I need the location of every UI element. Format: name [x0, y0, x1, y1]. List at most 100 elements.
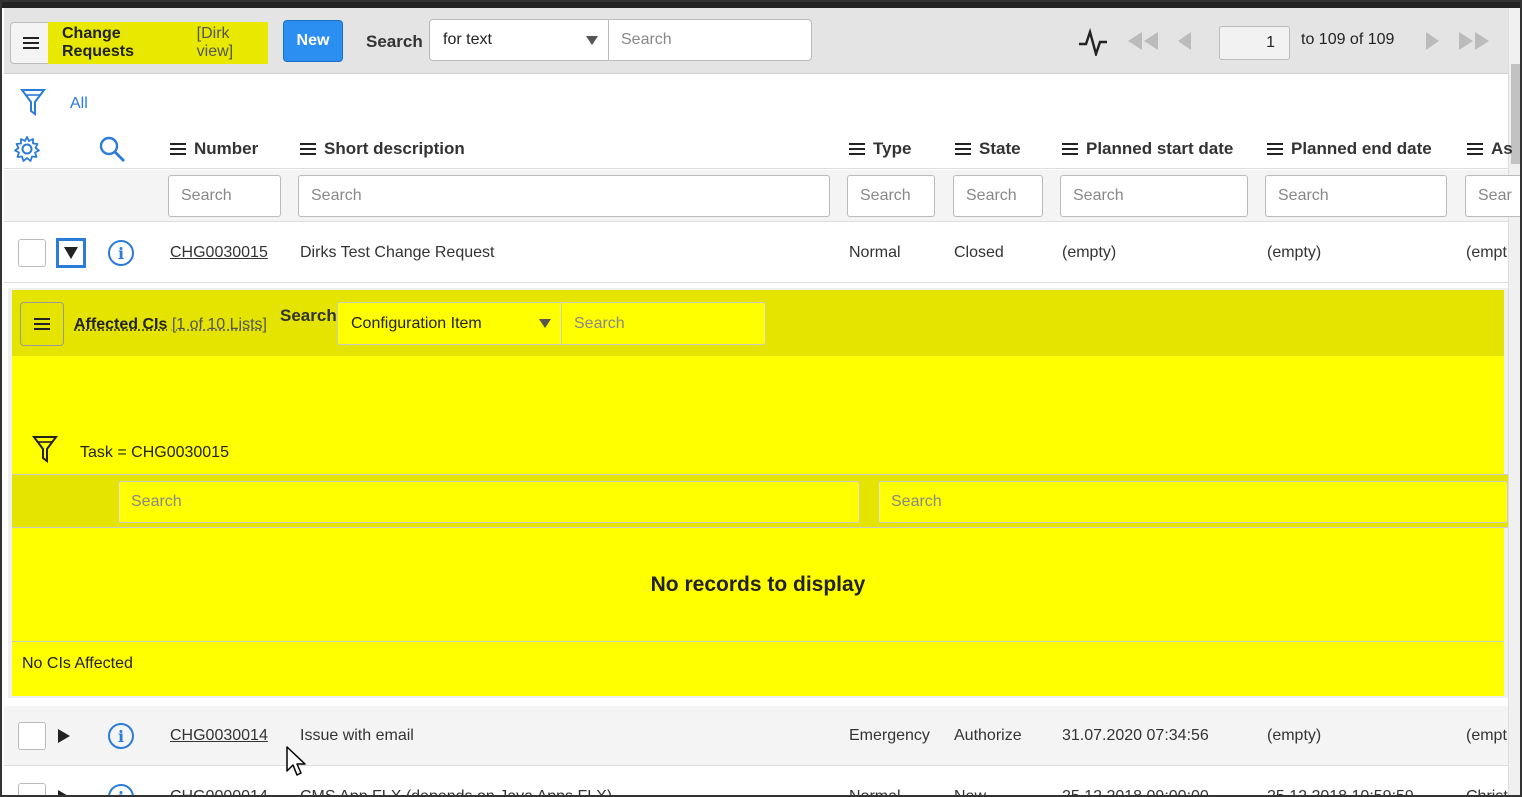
column-search-short-description[interactable] — [298, 175, 830, 217]
first-page-icon[interactable] — [1125, 30, 1161, 52]
list-title-text: Change Requests — [62, 25, 135, 60]
triangle-right-icon[interactable] — [58, 790, 70, 795]
related-list-count: [1 of 10 Lists] — [171, 316, 267, 333]
column-menu-icon[interactable] — [1267, 143, 1283, 155]
related-list-header: Affected CIs [1 of 10 Lists] Search Conf… — [12, 290, 1504, 356]
column-header-label: As — [1491, 139, 1513, 158]
mouse-cursor-icon — [286, 746, 306, 776]
planned-end-cell: (empty) — [1267, 243, 1322, 261]
filter-breadcrumb-row: All — [4, 75, 1508, 129]
related-column-search-2[interactable] — [878, 481, 1508, 523]
related-search-field-value: Configuration Item — [351, 314, 482, 332]
state-cell: Authorize — [954, 726, 1022, 744]
related-column-search-row — [12, 474, 1508, 528]
filter-icon[interactable] — [32, 434, 58, 464]
related-list-title[interactable]: Affected CIs [1 of 10 Lists] — [74, 316, 267, 334]
list-title[interactable]: Change Requests [Dirk view] — [48, 22, 268, 64]
column-header-number[interactable]: Number — [170, 139, 258, 159]
column-header-label: Type — [873, 139, 912, 158]
related-search-input[interactable] — [561, 302, 766, 345]
related-list-menu-button[interactable] — [20, 302, 64, 346]
list-view-name: [Dirk view] — [196, 25, 234, 60]
column-menu-icon[interactable] — [170, 143, 186, 155]
filter-icon[interactable] — [20, 87, 46, 117]
column-menu-icon[interactable] — [300, 143, 316, 155]
record-number-link[interactable]: CHG0030014 — [170, 727, 268, 745]
column-header-label: State — [979, 139, 1021, 158]
gear-icon[interactable] — [13, 135, 41, 163]
column-menu-icon[interactable] — [1062, 143, 1078, 155]
related-search-field-select[interactable]: Configuration Item — [337, 302, 562, 345]
column-search-planned-start[interactable] — [1060, 175, 1248, 217]
column-menu-icon[interactable] — [955, 143, 971, 155]
planned-start-cell: 31.07.2020 07:34:56 — [1062, 726, 1209, 744]
record-number-link[interactable]: CHG0000014 — [170, 788, 268, 795]
column-header-label: Number — [194, 139, 259, 158]
column-search-state[interactable] — [953, 175, 1043, 217]
column-header-planned-end-date[interactable]: Planned end date — [1267, 139, 1432, 159]
table-row: i CHG0030015 Dirks Test Change Request N… — [4, 223, 1508, 283]
list-context-menu-button[interactable] — [10, 22, 52, 64]
assigned-cell: (empt — [1466, 243, 1507, 261]
record-number-link[interactable]: CHG0030015 — [170, 244, 268, 262]
vertical-scrollbar[interactable] — [1508, 8, 1520, 795]
column-search-type[interactable] — [847, 175, 935, 217]
info-icon[interactable]: i — [108, 723, 134, 749]
short-description-cell: Dirks Test Change Request — [300, 243, 495, 261]
info-icon[interactable]: i — [108, 240, 134, 266]
triangle-down-icon — [64, 247, 78, 259]
list-header: Change Requests [Dirk view] New Search f… — [4, 8, 1508, 74]
last-page-icon[interactable] — [1456, 30, 1492, 52]
page-number-input[interactable]: 1 — [1219, 26, 1290, 60]
short-description-cell: CMS App FLX (depends on Java Apps FLX) — [300, 788, 613, 797]
hamburger-icon — [23, 37, 39, 49]
assigned-cell: Christ — [1466, 788, 1508, 797]
table-row: i CHG0030014 Issue with email Emergency … — [4, 706, 1508, 766]
planned-start-cell: (empty) — [1062, 243, 1117, 261]
state-cell: Closed — [954, 243, 1004, 261]
column-header-assigned[interactable]: As — [1467, 139, 1513, 159]
related-list-footer: No CIs Affected — [12, 642, 1504, 696]
column-search-number[interactable] — [168, 175, 281, 217]
planned-end-cell: (empty) — [1267, 726, 1322, 744]
new-button[interactable]: New — [283, 20, 343, 62]
column-header-label: Short description — [324, 139, 465, 158]
search-field-select[interactable]: for text — [429, 19, 609, 61]
chevron-down-icon — [586, 36, 598, 45]
column-search-planned-end[interactable] — [1265, 175, 1447, 217]
related-list-filter-area: Task = CHG0030015 — [12, 356, 1504, 474]
column-header-state[interactable]: State — [955, 139, 1021, 159]
triangle-right-icon[interactable] — [58, 729, 70, 743]
previous-page-icon[interactable] — [1175, 30, 1195, 52]
search-input[interactable] — [608, 19, 812, 61]
breadcrumb-all-link[interactable]: All — [70, 95, 88, 113]
table-row: i CHG0000014 CMS App FLX (depends on Jav… — [4, 767, 1508, 797]
column-header-planned-start-date[interactable]: Planned start date — [1062, 139, 1233, 159]
search-label: Search — [366, 32, 423, 51]
column-header-type[interactable]: Type — [849, 139, 911, 159]
next-page-icon[interactable] — [1422, 30, 1442, 52]
activity-stream-icon[interactable] — [1077, 28, 1109, 56]
column-header-label: Planned end date — [1291, 139, 1432, 158]
row-checkbox[interactable] — [18, 783, 46, 795]
row-expand-toggle[interactable] — [56, 238, 86, 268]
search-icon[interactable] — [98, 135, 126, 163]
column-menu-icon[interactable] — [1467, 143, 1483, 155]
page-range-text: to 109 of 109 — [1301, 31, 1395, 48]
assigned-cell: (empt — [1466, 726, 1507, 744]
column-menu-icon[interactable] — [849, 143, 865, 155]
related-list-panel: Affected CIs [1 of 10 Lists] Search Conf… — [8, 288, 1508, 698]
row-checkbox[interactable] — [18, 239, 46, 267]
column-search-assigned[interactable] — [1465, 175, 1520, 217]
related-list-name: Affected CIs — [74, 316, 168, 333]
related-column-search-1[interactable] — [118, 481, 860, 523]
type-cell: Normal — [849, 243, 901, 261]
related-search-label: Search — [280, 306, 337, 325]
planned-end-cell: 25.12.2018 10:59:59 — [1267, 788, 1414, 797]
info-icon[interactable]: i — [108, 784, 134, 795]
column-header-short-description[interactable]: Short description — [300, 139, 465, 159]
row-checkbox[interactable] — [18, 722, 46, 750]
type-cell: Normal — [849, 788, 901, 797]
type-cell: Emergency — [849, 726, 930, 744]
column-search-row — [4, 170, 1520, 222]
